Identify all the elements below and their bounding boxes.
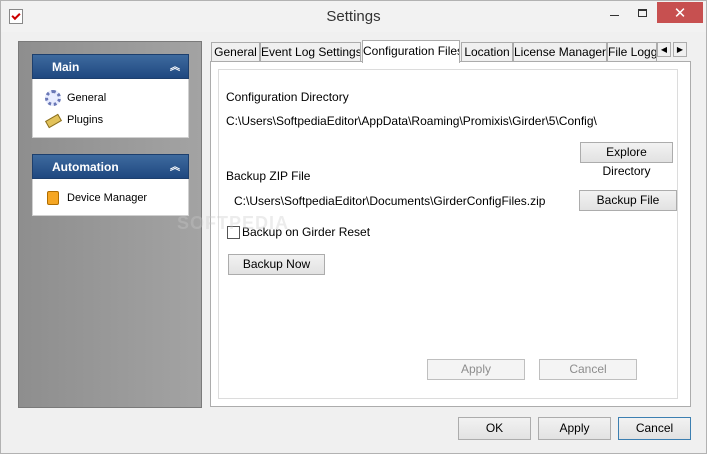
ok-button[interactable]: OK	[458, 417, 531, 440]
sidebar-item-device-manager[interactable]: Device Manager	[33, 187, 188, 209]
gear-icon	[45, 90, 61, 106]
sidebar-item-plugins[interactable]: Plugins	[33, 109, 188, 131]
backup-file-button[interactable]: Backup File	[579, 190, 677, 211]
sidebar-item-label: Device Manager	[67, 192, 148, 204]
tab-scroll-right-icon[interactable]: ▶	[673, 42, 687, 57]
backup-zip-path: C:\Users\SoftpediaEditor\Documents\Girde…	[234, 194, 546, 208]
sidebar-group-title: Main	[52, 60, 80, 74]
backup-zip-label: Backup ZIP File	[226, 169, 311, 183]
explore-directory-button[interactable]: Explore Directory	[580, 142, 673, 178]
collapse-chevron-icon[interactable]: ︽	[170, 155, 180, 180]
tab-location[interactable]: Location	[461, 42, 513, 62]
close-icon: ✕	[673, 4, 687, 22]
sidebar-group-automation: Automation ︽ Device Manager	[32, 154, 189, 216]
backup-now-button[interactable]: Backup Now	[228, 254, 325, 275]
sidebar-group-title: Automation	[52, 160, 119, 174]
config-directory-path: C:\Users\SoftpediaEditor\AppData\Roaming…	[226, 114, 597, 128]
sidebar-group-body: General Plugins	[32, 79, 189, 138]
sidebar-group-header-automation[interactable]: Automation ︽	[32, 154, 189, 179]
sidebar-group-body: Device Manager	[32, 179, 189, 216]
inner-cancel-button[interactable]: Cancel	[539, 359, 637, 380]
tab-event-log-settings[interactable]: Event Log Settings	[260, 42, 361, 62]
minimize-icon	[610, 15, 619, 16]
tab-general[interactable]: General	[211, 42, 260, 62]
maximize-button[interactable]	[629, 2, 656, 23]
content-frame: Configuration Directory C:\Users\Softped…	[218, 69, 678, 399]
tab-license-manager[interactable]: License Manager	[513, 42, 607, 62]
cancel-button[interactable]: Cancel	[618, 417, 691, 440]
sidebar-item-label: Plugins	[67, 114, 104, 126]
sidebar-group-main: Main ︽ General Plugins	[32, 54, 189, 138]
sidebar-group-header-main[interactable]: Main ︽	[32, 54, 189, 79]
apply-button[interactable]: Apply	[538, 417, 611, 440]
sidebar-item-general[interactable]: General	[33, 87, 188, 109]
close-button[interactable]: ✕	[657, 2, 703, 23]
navigation-sidebar: Main ︽ General Plugins Automation ︽ Devi…	[18, 41, 202, 408]
configuration-files-panel: Configuration Directory C:\Users\Softped…	[210, 61, 691, 407]
maximize-icon	[638, 8, 647, 17]
minimize-button[interactable]	[601, 2, 628, 23]
sidebar-item-label: General	[67, 92, 107, 104]
tab-file-logging[interactable]: File Logg	[607, 42, 657, 62]
settings-window: Settings ✕ Main ︽ General Plugins Automa…	[0, 0, 707, 454]
collapse-chevron-icon[interactable]: ︽	[170, 55, 180, 80]
watermark-text: SOFTPEDIA	[177, 213, 290, 233]
tab-scroll-left-icon[interactable]: ◀	[657, 42, 671, 57]
tab-strip: General Event Log Settings Configuration…	[211, 40, 691, 63]
tab-configuration-files[interactable]: Configuration Files	[362, 40, 460, 63]
plug-icon	[45, 112, 61, 128]
device-icon	[47, 191, 59, 205]
inner-apply-button[interactable]: Apply	[427, 359, 525, 380]
title-bar: Settings ✕	[1, 1, 706, 32]
config-directory-label: Configuration Directory	[226, 90, 349, 104]
